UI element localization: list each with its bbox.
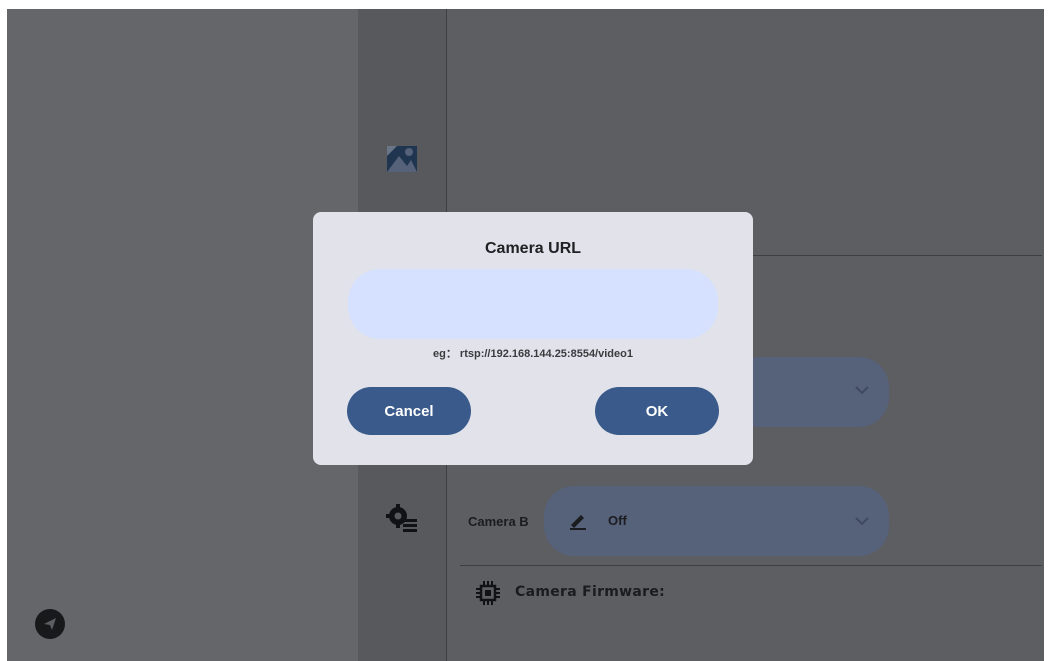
- camera-b-label: Camera B: [468, 514, 529, 529]
- cancel-button[interactable]: Cancel: [347, 387, 471, 435]
- camera-b-select[interactable]: Off: [544, 486, 889, 556]
- camera-url-input[interactable]: [348, 269, 718, 339]
- image-settings-icon[interactable]: [385, 142, 419, 176]
- camera-firmware-label: Camera Firmware:: [515, 584, 666, 600]
- left-panel: [7, 9, 358, 661]
- gear-list-icon[interactable]: [385, 501, 419, 535]
- dialog-title: Camera URL: [484, 240, 582, 257]
- send-icon: [44, 618, 56, 630]
- pencil-icon: [570, 515, 586, 530]
- send-button[interactable]: [35, 609, 65, 639]
- ok-button[interactable]: OK: [595, 387, 719, 435]
- chevron-down-icon: [855, 386, 869, 395]
- camera-b-value: Off: [608, 513, 627, 528]
- row-divider: [460, 565, 1042, 566]
- chevron-down-icon: [855, 517, 869, 526]
- url-example-hint: eg： rtsp://192.168.144.25:8554/video1: [433, 348, 633, 360]
- chip-icon: [476, 581, 500, 605]
- camera-url-dialog: Camera URL eg： rtsp://192.168.144.25:855…: [313, 212, 753, 465]
